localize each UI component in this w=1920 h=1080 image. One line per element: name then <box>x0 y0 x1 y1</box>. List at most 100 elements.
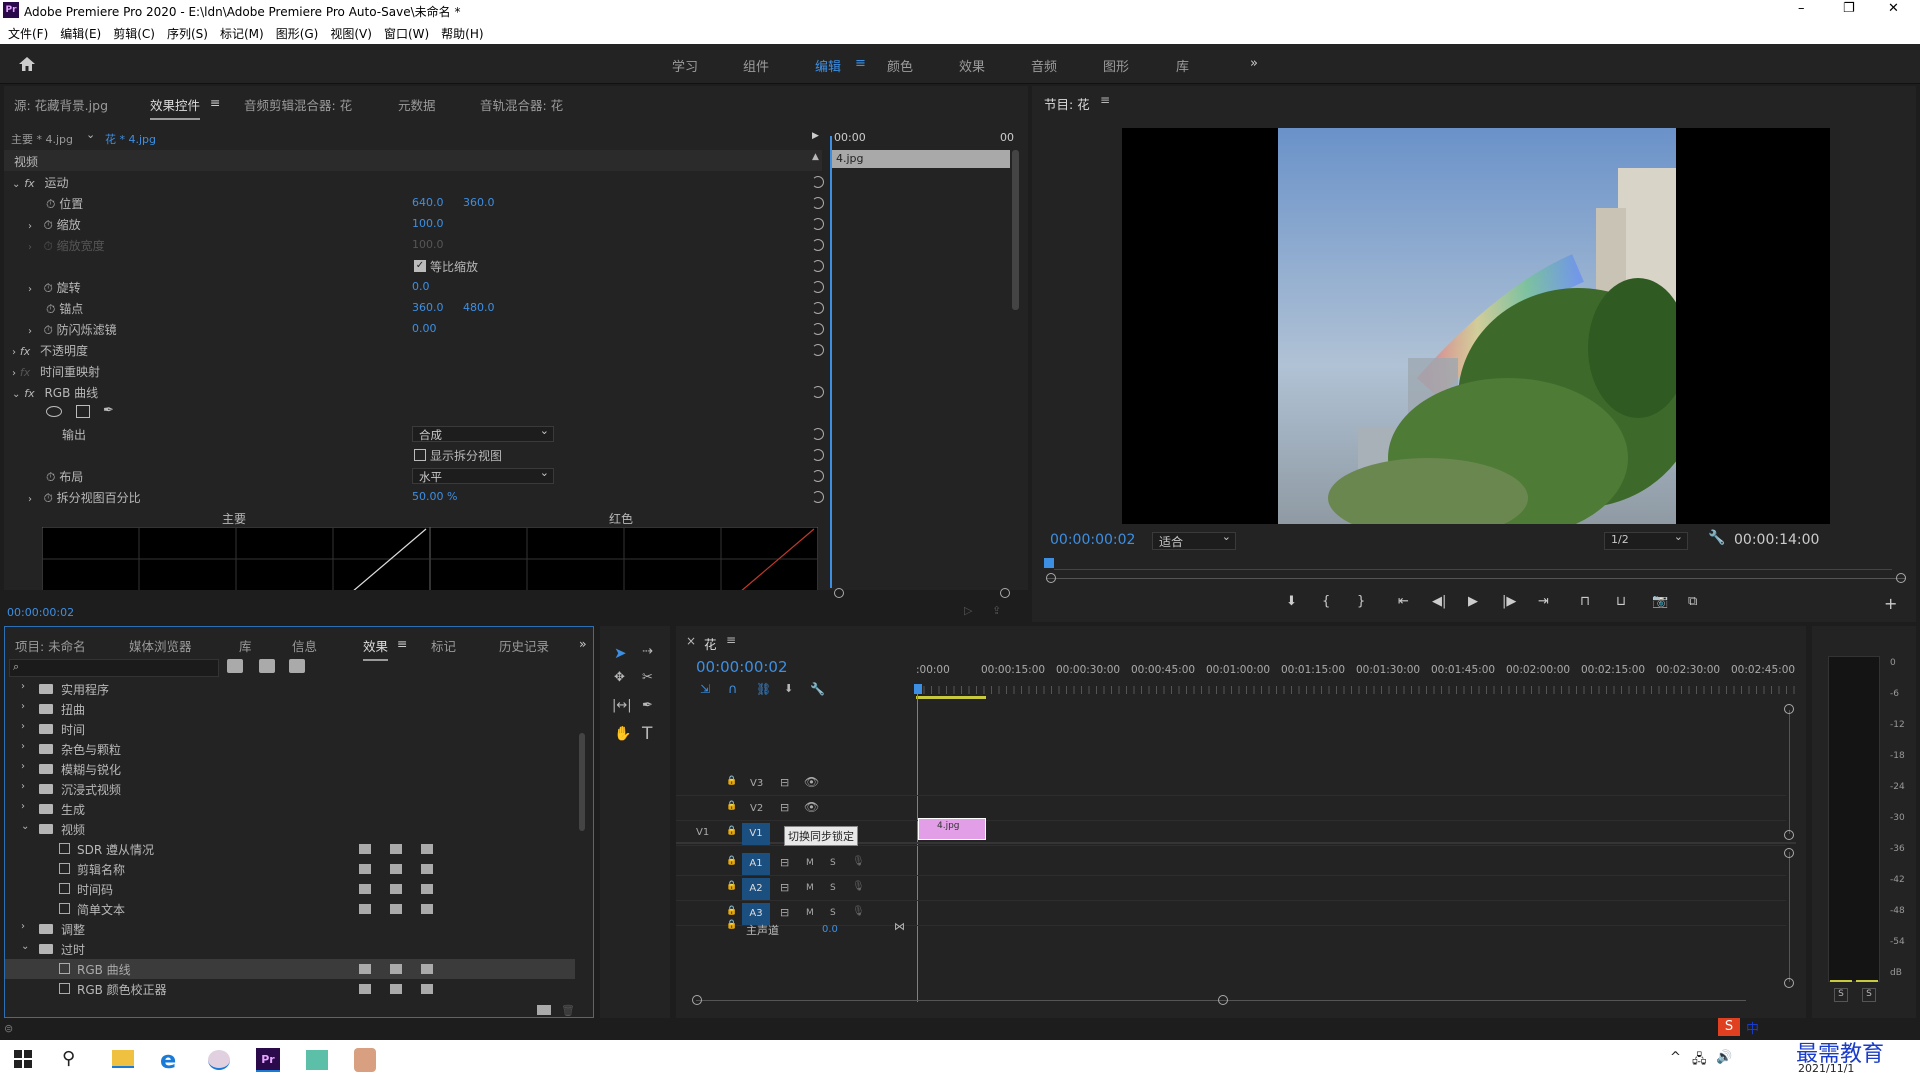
menu-clip[interactable]: 剪辑(C) <box>107 22 161 42</box>
tab-effect-controls[interactable]: 效果控件 <box>150 95 201 120</box>
reset-icon[interactable] <box>812 302 824 314</box>
close-button[interactable]: ✕ <box>1888 1 1899 16</box>
premiere-taskbar-icon[interactable]: Pr <box>256 1048 280 1072</box>
effects-search-input[interactable]: ⌕ <box>9 659 219 677</box>
type-tool-icon[interactable]: T <box>642 724 652 744</box>
stopwatch-icon[interactable]: ⏱ <box>43 281 52 295</box>
track-lock-icon[interactable]: 🔒 <box>726 826 737 836</box>
filter-icon[interactable]: ▷ <box>964 604 972 617</box>
uniform-scale-checkbox[interactable]: ✓ <box>414 260 426 272</box>
effects-item[interactable]: 剪辑名称 <box>5 859 575 879</box>
v-scroll-handle[interactable] <box>1784 830 1794 840</box>
ripple-edit-tool-icon[interactable]: ✥ <box>614 670 625 685</box>
split-view-checkbox[interactable] <box>414 449 426 461</box>
scale-value[interactable]: 100.0 <box>412 217 444 230</box>
video-image[interactable] <box>1278 128 1676 524</box>
stopwatch-icon[interactable]: ⏱ <box>46 302 55 316</box>
mini-timeline-scrollbar[interactable] <box>1012 150 1019 310</box>
slip-tool-icon[interactable]: |↔| <box>612 698 632 713</box>
add-button-icon[interactable]: + <box>1884 594 1897 613</box>
program-timecode[interactable]: 00:00:00:02 <box>1050 532 1135 548</box>
reset-icon[interactable] <box>812 428 824 440</box>
sync-lock-icon[interactable]: ⊟ <box>780 856 789 869</box>
rectangle-mask-icon[interactable] <box>76 405 90 418</box>
sync-lock-icon[interactable]: ⊟ <box>780 776 789 789</box>
mini-playhead[interactable] <box>830 136 832 588</box>
tab-source[interactable]: 源: 花藏背景.jpg <box>14 95 108 114</box>
timeline-close-button[interactable]: × <box>686 634 696 648</box>
windows-start-icon[interactable] <box>14 1050 32 1068</box>
reset-icon[interactable] <box>812 449 824 461</box>
add-marker-icon[interactable]: ⬇ <box>1286 594 1297 609</box>
sync-lock-icon[interactable]: ⊟ <box>780 801 789 814</box>
ime-icon[interactable]: S <box>1718 1018 1740 1036</box>
menu-sequence[interactable]: 序列(S) <box>161 22 214 42</box>
reset-icon[interactable] <box>812 470 824 482</box>
chevron-right-icon[interactable]: › <box>21 681 25 692</box>
razor-tool-icon[interactable]: ✂ <box>642 670 653 685</box>
camera-icon[interactable]: 📷 <box>1652 594 1668 609</box>
timeline-tab-title[interactable]: 花 <box>704 634 717 653</box>
chevron-down-icon[interactable]: ⌄ <box>21 941 29 952</box>
mini-zoom-end-handle[interactable] <box>1000 588 1010 598</box>
program-title[interactable]: 节目: 花 <box>1044 94 1090 113</box>
effect-motion[interactable]: ⌄ fx 运动 <box>4 171 824 192</box>
microphone-icon[interactable]: 🎙 <box>852 881 865 892</box>
selection-tool-icon[interactable]: ➤ <box>614 644 627 662</box>
tab-effects-menu-icon[interactable]: ≡ <box>397 636 407 651</box>
go-to-in-icon[interactable]: ⇤ <box>1398 594 1409 609</box>
tab-menu-icon[interactable]: ≡ <box>210 95 220 110</box>
tray-chevron-icon[interactable]: ^ <box>1670 1050 1681 1065</box>
chevron-right-icon[interactable]: › <box>21 801 25 812</box>
new-bin-icon[interactable] <box>537 1005 551 1015</box>
solo-button[interactable]: S <box>830 858 836 868</box>
step-back-icon[interactable]: ◀| <box>1432 594 1446 609</box>
sync-lock-icon[interactable]: ⊟ <box>780 881 789 894</box>
effects-folder[interactable]: › 模糊与锐化 <box>5 759 575 779</box>
menu-marker[interactable]: 标记(M) <box>214 22 270 42</box>
chevron-right-icon[interactable]: › <box>21 721 25 732</box>
program-ruler[interactable] <box>1054 562 1892 570</box>
effect-rgb-curves[interactable]: ⌄ fx RGB 曲线 <box>4 381 824 402</box>
anchor-y-value[interactable]: 480.0 <box>463 301 495 314</box>
play-only-icon[interactable]: ▶ <box>812 131 819 141</box>
home-icon[interactable] <box>18 55 36 73</box>
mark-in-icon[interactable]: { <box>1322 594 1330 609</box>
position-y-value[interactable]: 360.0 <box>463 196 495 209</box>
reset-icon[interactable] <box>812 239 824 251</box>
fit-dropdown[interactable]: 适合 <box>1152 530 1236 550</box>
stopwatch-icon[interactable]: ⏱ <box>43 491 52 505</box>
split-percent-value[interactable]: 50.00 % <box>412 490 457 503</box>
pen-tool-icon[interactable]: ✒ <box>642 698 653 713</box>
workspace-editing[interactable]: 编辑 <box>815 56 841 75</box>
v-scroll-handle[interactable] <box>1784 704 1794 714</box>
effects-folder[interactable]: › 调整 <box>5 919 575 939</box>
effects-item[interactable]: 简单文本 <box>5 899 575 919</box>
track-target-v1[interactable]: V1 <box>742 823 770 845</box>
app-icon[interactable] <box>306 1050 328 1070</box>
track-select-tool-icon[interactable]: ⇢ <box>642 644 653 659</box>
timeline-timecode[interactable]: 00:00:00:02 <box>696 658 788 676</box>
minimize-button[interactable]: – <box>1798 1 1805 16</box>
clip-master-label[interactable]: 主要 * 4.jpg <box>11 131 73 147</box>
microphone-icon[interactable]: 🎙 <box>852 856 865 867</box>
go-to-out-icon[interactable]: ⇥ <box>1538 594 1549 609</box>
menu-window[interactable]: 窗口(W) <box>378 22 435 42</box>
timeline-playhead[interactable] <box>914 684 922 694</box>
track-lane[interactable] <box>676 795 1786 796</box>
menu-edit[interactable]: 编辑(E) <box>54 22 107 42</box>
mini-timeline-clip[interactable]: 4.jpg <box>832 150 1010 168</box>
reset-icon[interactable] <box>812 260 824 272</box>
workspace-color[interactable]: 颜色 <box>887 56 913 75</box>
tab-metadata[interactable]: 元数据 <box>398 95 436 114</box>
chevron-right-icon[interactable]: › <box>21 761 25 772</box>
effects-folder[interactable]: › 时间 <box>5 719 575 739</box>
curve-master-graph[interactable] <box>42 527 430 592</box>
track-lock-icon[interactable]: 🔒 <box>726 920 737 930</box>
source-patch-v1[interactable]: V1 <box>696 827 709 838</box>
file-explorer-icon[interactable] <box>112 1050 134 1068</box>
effect-time-remap[interactable]: › fx 时间重映射 <box>4 360 822 381</box>
pen-mask-icon[interactable]: ✒ <box>103 403 114 418</box>
effects-folder[interactable]: › 生成 <box>5 799 575 819</box>
step-forward-icon[interactable]: |▶ <box>1502 594 1516 609</box>
